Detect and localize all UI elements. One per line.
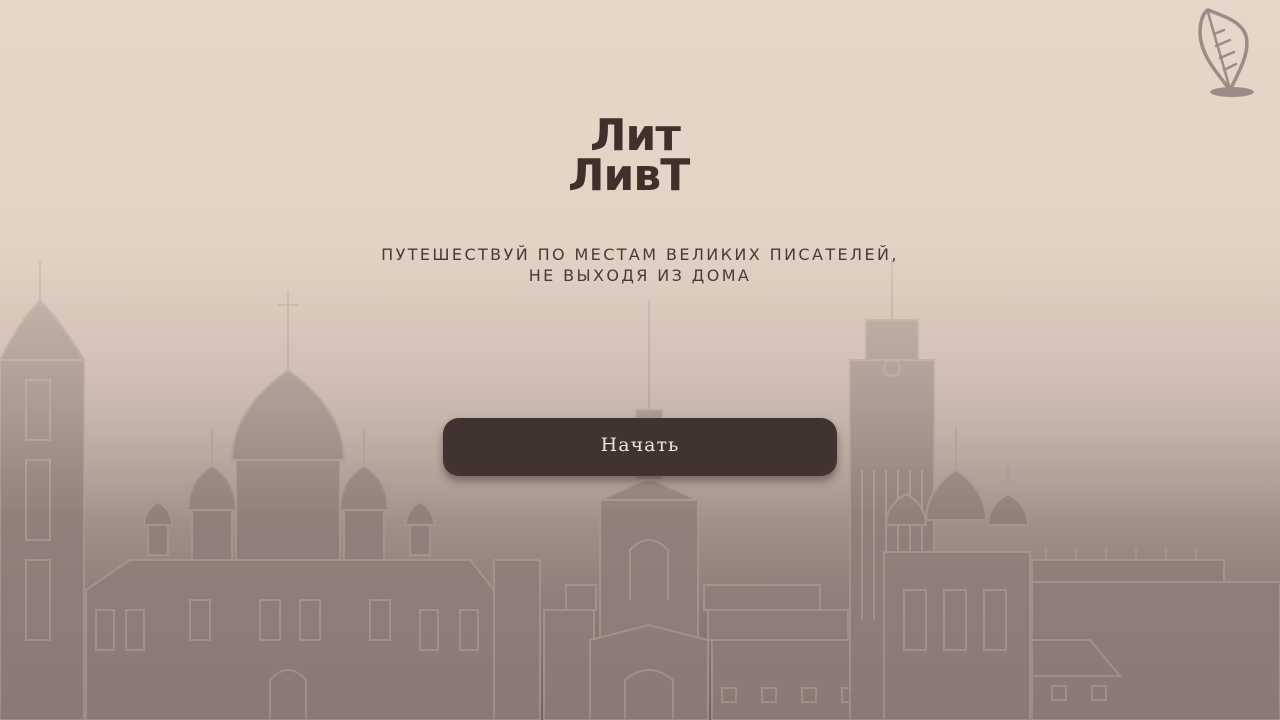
start-button[interactable]: Начать [443,418,837,476]
tagline-line-1: ПУТЕШЕСТВУЙ ПО МЕСТАМ ВЕЛИКИХ ПИСАТЕЛЕЙ, [381,245,899,264]
tagline: ПУТЕШЕСТВУЙ ПО МЕСТАМ ВЕЛИКИХ ПИСАТЕЛЕЙ,… [240,244,1040,286]
quill-icon[interactable] [1190,6,1260,100]
app-logo: Лит ЛивТ [560,112,720,204]
logo-line-2: ЛивТ [568,150,690,201]
tagline-line-2: НЕ ВЫХОДЯ ИЗ ДОМА [528,266,752,285]
start-button-label: Начать [600,434,680,456]
